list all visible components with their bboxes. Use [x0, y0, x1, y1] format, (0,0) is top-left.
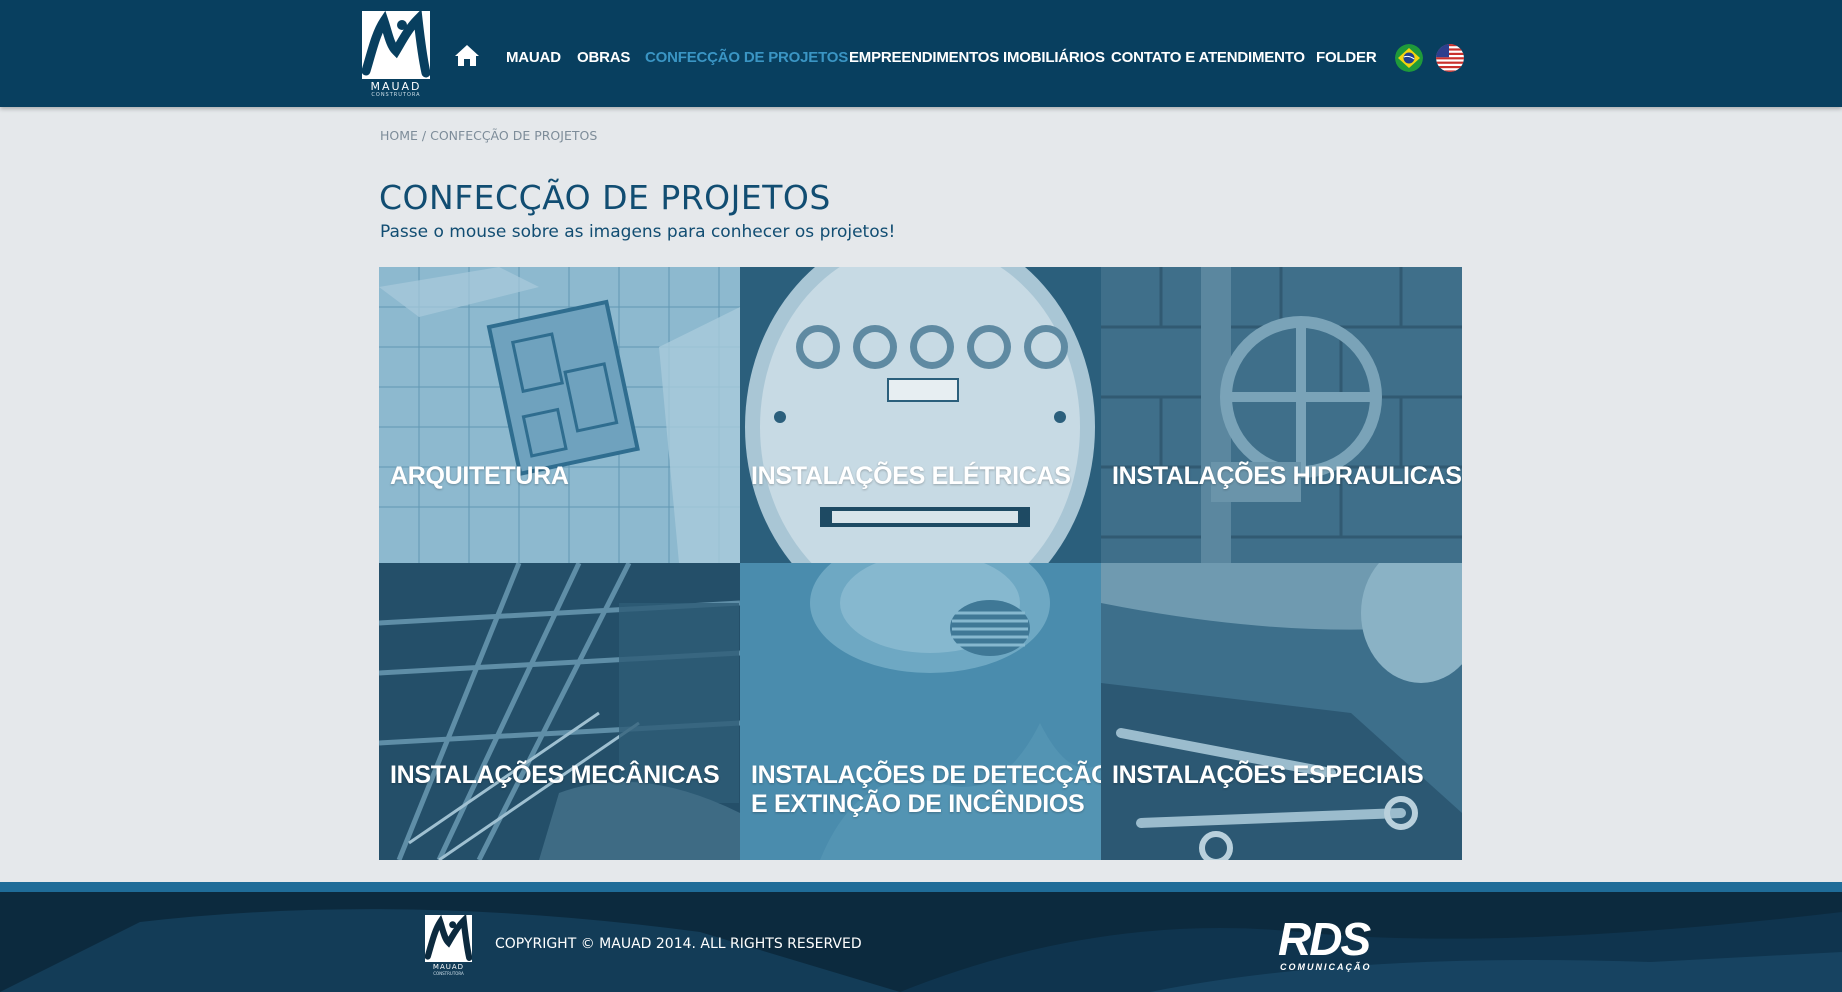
tile-instalacoes-deteccao-extincao-incendios[interactable]: INSTALAÇÕES DE DETECÇÃO E EXTINÇÃO DE IN… [740, 563, 1101, 860]
tile-instalacoes-hidraulicas[interactable]: INSTALAÇÕES HIDRAULICAS [1101, 267, 1462, 563]
nav-item-mauad[interactable]: MAUAD [506, 48, 561, 68]
tile-arquitetura[interactable]: ARQUITETURA [379, 267, 740, 563]
breadcrumb-separator: / [417, 128, 431, 143]
footer-logo-subtitle: CONSTRUTORA [433, 971, 464, 976]
mauad-logo[interactable]: MAUAD CONSTRUTORA [362, 11, 430, 98]
site-footer: MAUAD CONSTRUTORA COPYRIGHT © MAUAD 2014… [0, 892, 1842, 992]
breadcrumb: HOME / CONFECÇÃO DE PROJETOS [380, 128, 597, 143]
nav-item-contato-e-atendimento[interactable]: CONTATO E ATENDIMENTO [1111, 48, 1305, 68]
tile-label-line1: INSTALAÇÕES DE DETECÇÃO [751, 761, 1101, 789]
projects-grid: ARQUITETURA INSTALAÇÕES ELÉTRICAS INSTAL… [379, 267, 1463, 860]
page-title: CONFECÇÃO DE PROJETOS [379, 178, 831, 217]
footer-background-image [0, 892, 1842, 992]
electric-meter-image [740, 267, 1101, 563]
blueprint-image [379, 267, 740, 563]
tile-instalacoes-especiais[interactable]: INSTALAÇÕES ESPECIAIS [1101, 563, 1462, 860]
valve-pipe-image [1101, 267, 1462, 563]
tile-label-arquitetura: ARQUITETURA [390, 462, 569, 490]
footer-logo-mark [425, 915, 472, 962]
tile-label-line2: E EXTINÇÃO DE INCÊNDIOS [751, 790, 1085, 818]
nav-item-folder[interactable]: FOLDER [1316, 48, 1377, 68]
home-icon[interactable] [454, 43, 480, 67]
brazil-flag-icon[interactable] [1395, 44, 1423, 72]
logo-subtitle: CONSTRUTORA [371, 92, 421, 98]
tile-label-instalacoes-hidraulicas: INSTALAÇÕES HIDRAULICAS [1112, 462, 1462, 490]
footer-divider [0, 882, 1842, 892]
page-subtitle: Passe o mouse sobre as imagens para conh… [380, 222, 896, 242]
nav-item-empreendimentos-imobiliarios[interactable]: EMPREENDIMENTOS IMOBILIÁRIOS [849, 48, 1105, 68]
copyright-text: COPYRIGHT © MAUAD 2014. ALL RIGHTS RESER… [495, 936, 862, 952]
tools-image [1101, 563, 1462, 860]
nav-item-confeccao-de-projetos[interactable]: CONFECÇÃO DE PROJETOS [645, 48, 848, 68]
usa-flag-icon[interactable] [1436, 44, 1464, 72]
mauad-logo-mark [362, 11, 430, 79]
rds-wordmark: RDS [1278, 913, 1371, 965]
tile-label-instalacoes-mecanicas: INSTALAÇÕES MECÂNICAS [390, 761, 720, 789]
rds-subtitle: COMUNICAÇÃO [1280, 962, 1372, 972]
footer-mauad-logo[interactable]: MAUAD CONSTRUTORA [425, 915, 472, 976]
breadcrumb-home-link[interactable]: HOME [380, 128, 418, 143]
tile-label-instalacoes-especiais: INSTALAÇÕES ESPECIAIS [1112, 761, 1424, 789]
tile-label-instalacoes-deteccao-extincao-incendios: INSTALAÇÕES DE DETECÇÃO E EXTINÇÃO DE IN… [751, 761, 1101, 819]
tile-instalacoes-eletricas[interactable]: INSTALAÇÕES ELÉTRICAS [740, 267, 1101, 563]
tile-instalacoes-mecanicas[interactable]: INSTALAÇÕES MECÂNICAS [379, 563, 740, 860]
tile-label-instalacoes-eletricas: INSTALAÇÕES ELÉTRICAS [751, 462, 1071, 490]
nav-item-obras[interactable]: OBRAS [577, 48, 630, 68]
breadcrumb-current: CONFECÇÃO DE PROJETOS [430, 128, 598, 143]
footer-logo-wordmark: MAUAD [432, 963, 465, 971]
site-header: MAUAD CONSTRUTORA MAUAD OBRAS CONFECÇÃO … [0, 0, 1842, 107]
mechanical-plant-image [379, 563, 740, 860]
logo-wordmark: MAUAD [370, 80, 422, 93]
rds-logo[interactable]: RDS COMUNICAÇÃO [1278, 916, 1382, 972]
